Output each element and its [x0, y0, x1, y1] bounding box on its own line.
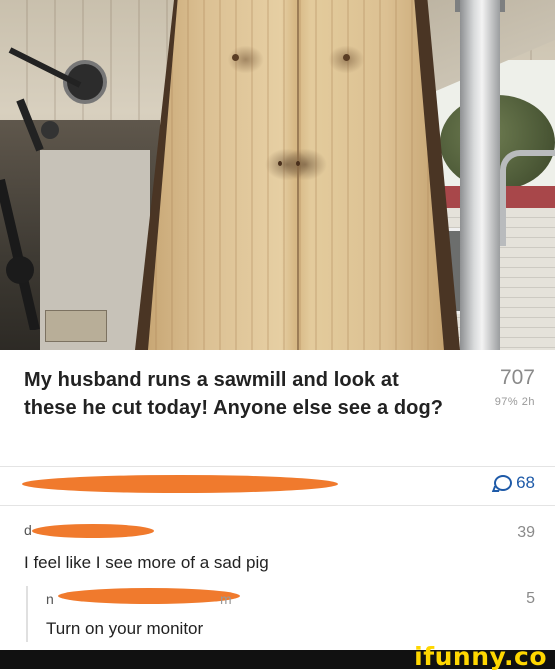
exercise-equipment [0, 47, 107, 330]
wood-slab [148, 0, 444, 350]
comment-author-prefix: n [46, 591, 54, 607]
right-nostril-knot [296, 161, 300, 166]
comment-count[interactable]: 68 [494, 473, 535, 493]
redacted-username [58, 588, 240, 604]
ifunny-logo: ifunny.co [414, 642, 547, 671]
redacted-username [32, 524, 154, 538]
comment-count-label: 68 [516, 473, 535, 492]
porch-post [460, 0, 500, 350]
post-photo[interactable] [0, 0, 555, 350]
comment-text: I feel like I see more of a sad pig [24, 553, 269, 572]
comment-author-prefix: d [24, 522, 32, 538]
post-meta: 97% 2h [494, 396, 535, 408]
comment-bubble-icon [494, 475, 513, 491]
redacted-username [22, 475, 338, 493]
left-nostril-knot [278, 161, 282, 166]
pipe [500, 150, 555, 246]
comment-score: 5 [526, 590, 535, 607]
slab-split [297, 0, 299, 350]
right-eye-knot [343, 54, 350, 61]
post-title: My husband runs a sawmill and look at th… [24, 369, 444, 419]
left-eye-knot [232, 54, 239, 61]
comment-text: Turn on your monitor [46, 619, 204, 638]
comment-author-suffix: m [220, 591, 232, 607]
post-score: 707 [499, 366, 535, 389]
reply-indent-line [26, 586, 28, 642]
comment-score: 39 [517, 524, 535, 541]
